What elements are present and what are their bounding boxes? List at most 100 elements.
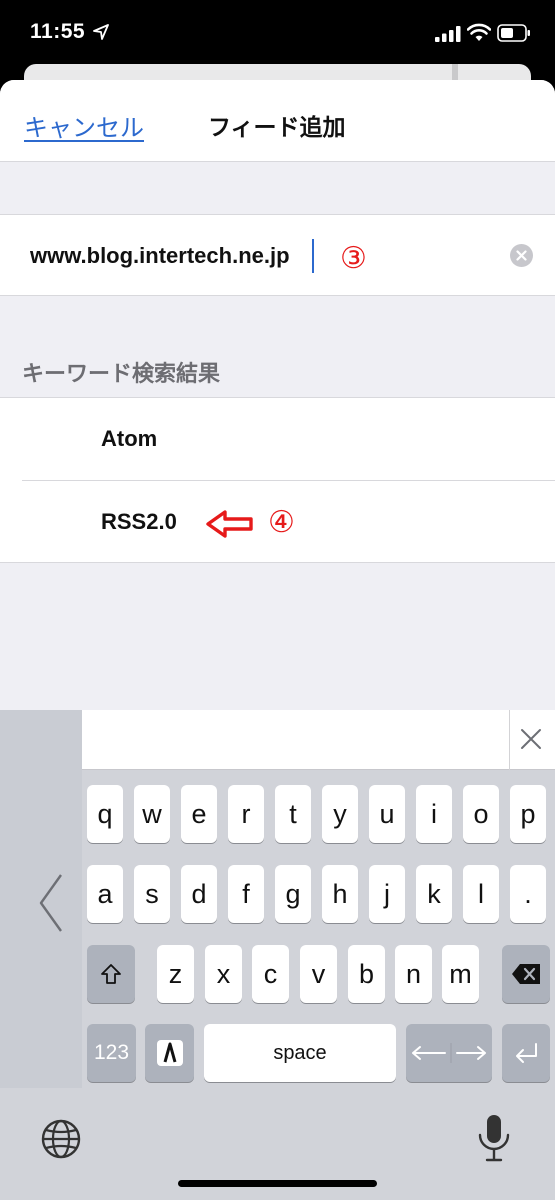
- result-item-rss2[interactable]: RSS2.0 ④: [0, 481, 555, 563]
- key-label: r: [241, 798, 251, 829]
- key-label: o: [473, 798, 489, 829]
- result-label: Atom: [101, 426, 158, 451]
- key-t[interactable]: t: [275, 785, 311, 843]
- key-w[interactable]: w: [134, 785, 170, 843]
- key-a[interactable]: a: [87, 865, 123, 923]
- key-label: e: [191, 798, 207, 829]
- cancel-button[interactable]: キャンセル: [24, 108, 144, 143]
- key-label: a: [97, 878, 113, 909]
- key-label: c: [263, 958, 278, 989]
- key-label: h: [332, 878, 348, 909]
- key-label: 123: [93, 1041, 130, 1064]
- key-label: t: [289, 798, 297, 829]
- home-indicator: [178, 1180, 377, 1187]
- key-period[interactable]: .: [510, 865, 546, 923]
- key-label: l: [478, 878, 484, 909]
- space-key[interactable]: space: [204, 1024, 396, 1082]
- add-feed-sheet: キャンセル フィード追加 ③ キーワード検索結果 Atom RSS2.0 ④: [0, 80, 555, 710]
- key-label: u: [379, 798, 395, 829]
- keyboard: q w e r t y u i o p a s d f g h j k l . …: [0, 710, 555, 1200]
- key-b[interactable]: b: [348, 945, 385, 1003]
- key-x[interactable]: x: [205, 945, 242, 1003]
- shift-icon: [101, 964, 121, 984]
- key-label: j: [384, 878, 390, 909]
- result-item-atom[interactable]: Atom: [0, 398, 555, 480]
- page-title: フィード追加: [208, 114, 346, 140]
- key-label: s: [145, 878, 159, 909]
- cursor-arrows-key[interactable]: [406, 1024, 492, 1082]
- key-h[interactable]: h: [322, 865, 358, 923]
- key-o[interactable]: o: [463, 785, 499, 843]
- return-icon: [516, 1043, 537, 1063]
- suggestion-divider: [509, 710, 510, 770]
- app-logo-icon: [156, 1040, 183, 1066]
- key-u[interactable]: u: [369, 785, 405, 843]
- key-label: g: [285, 878, 301, 909]
- key-q[interactable]: q: [87, 785, 123, 843]
- close-keyboard-icon[interactable]: [520, 728, 542, 750]
- key-f[interactable]: f: [228, 865, 264, 923]
- app-logo-key[interactable]: [145, 1024, 194, 1082]
- keyboard-side-strip: [0, 710, 82, 1088]
- url-input[interactable]: [30, 239, 320, 273]
- key-k[interactable]: k: [416, 865, 452, 923]
- key-label: n: [405, 958, 422, 989]
- wifi-icon: [467, 23, 491, 41]
- red-left-arrow-icon: [206, 510, 253, 538]
- key-label: y: [333, 798, 347, 829]
- results-list: Atom RSS2.0 ④: [0, 397, 555, 563]
- key-label: .: [524, 878, 532, 909]
- key-d[interactable]: d: [181, 865, 217, 923]
- key-y[interactable]: y: [322, 785, 358, 843]
- annotation-step-4: ④: [268, 505, 295, 540]
- key-c[interactable]: c: [252, 945, 289, 1003]
- globe-icon[interactable]: [40, 1118, 82, 1160]
- delete-key[interactable]: [502, 945, 550, 1003]
- key-m[interactable]: m: [442, 945, 479, 1003]
- numbers-key[interactable]: 123: [87, 1024, 136, 1082]
- key-n[interactable]: n: [395, 945, 432, 1003]
- microphone-icon[interactable]: [476, 1113, 512, 1163]
- navigation-bar: キャンセル フィード追加: [0, 80, 555, 162]
- key-label: x: [216, 958, 231, 989]
- key-i[interactable]: i: [416, 785, 452, 843]
- key-label: z: [168, 958, 183, 989]
- keyword-results-header: キーワード検索結果: [22, 361, 221, 386]
- suggestion-bar: [82, 710, 555, 770]
- left-right-arrows-icon: [412, 1043, 486, 1063]
- key-p[interactable]: p: [510, 785, 546, 843]
- key-s[interactable]: s: [134, 865, 170, 923]
- text-caret: [312, 239, 314, 273]
- key-label: i: [431, 798, 437, 829]
- key-r[interactable]: r: [228, 785, 264, 843]
- key-e[interactable]: e: [181, 785, 217, 843]
- key-v[interactable]: v: [300, 945, 337, 1003]
- key-label: space: [273, 1041, 327, 1064]
- key-label: w: [142, 798, 162, 829]
- status-time: 11:55: [30, 20, 86, 43]
- key-label: f: [242, 878, 250, 909]
- key-label: p: [520, 798, 536, 829]
- key-label: b: [358, 958, 375, 989]
- key-z[interactable]: z: [157, 945, 194, 1003]
- status-bar: 11:55: [0, 0, 555, 68]
- url-field-row: ③: [0, 214, 555, 296]
- location-arrow-icon: [93, 24, 109, 40]
- clear-text-icon[interactable]: [510, 244, 533, 267]
- key-label: v: [311, 958, 326, 989]
- cellular-signal-icon: [435, 26, 461, 42]
- return-key[interactable]: [502, 1024, 550, 1082]
- key-label: d: [191, 878, 207, 909]
- result-label: RSS2.0: [101, 509, 177, 534]
- key-j[interactable]: j: [369, 865, 405, 923]
- key-label: m: [449, 958, 472, 989]
- key-label: k: [427, 878, 441, 909]
- battery-icon: [497, 24, 530, 42]
- key-l[interactable]: l: [463, 865, 499, 923]
- annotation-step-3: ③: [340, 241, 367, 276]
- key-g[interactable]: g: [275, 865, 311, 923]
- shift-key[interactable]: [87, 945, 135, 1003]
- backspace-icon: [512, 964, 540, 984]
- chevron-left-icon[interactable]: [37, 873, 65, 933]
- key-label: q: [97, 798, 113, 829]
